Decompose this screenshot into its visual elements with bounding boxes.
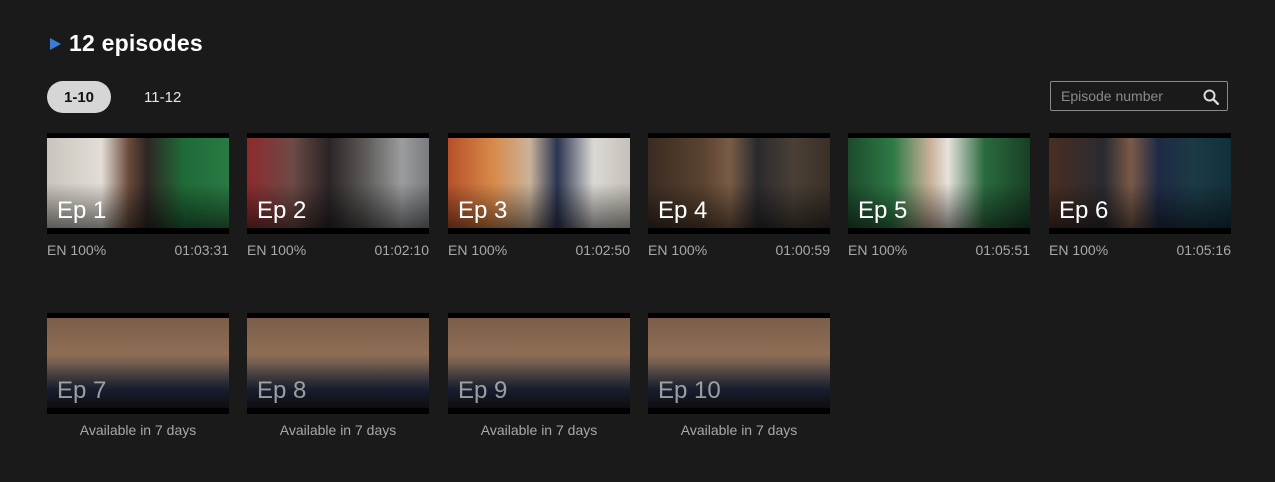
page-title: 12 episodes	[69, 30, 203, 56]
episode-label: Ep 4	[658, 197, 708, 224]
episode-thumbnail[interactable]: Ep 1	[47, 133, 229, 234]
episode-thumbnail[interactable]: Ep 5	[848, 133, 1030, 234]
search-icon[interactable]	[1203, 89, 1219, 105]
episode-duration: 01:05:51	[975, 242, 1031, 258]
episode-duration: 01:05:16	[1176, 242, 1232, 258]
subtitle-status: EN 100%	[247, 242, 307, 258]
episode-duration: 01:02:50	[575, 242, 631, 258]
subtitle-status: EN 100%	[848, 242, 908, 258]
episode-label: Ep 2	[257, 197, 307, 224]
episode-card[interactable]: Ep 4 EN 100% 01:00:59	[648, 133, 830, 258]
episode-thumbnail: Ep 10	[648, 313, 830, 414]
episode-card[interactable]: Ep 5 EN 100% 01:05:51	[848, 133, 1030, 258]
episode-card[interactable]: Ep 1 EN 100% 01:03:31	[47, 133, 229, 258]
upcoming-episode-card[interactable]: Ep 8 Available in 7 days	[247, 313, 429, 438]
episode-label: Ep 1	[57, 197, 107, 224]
episode-thumbnail: Ep 7	[47, 313, 229, 414]
availability-text: Available in 7 days	[79, 422, 197, 438]
episode-thumbnail[interactable]: Ep 2	[247, 133, 429, 234]
tab-11-12[interactable]: 11-12	[127, 81, 198, 113]
subtitle-status: EN 100%	[1049, 242, 1109, 258]
subtitle-status: EN 100%	[448, 242, 508, 258]
upcoming-episode-card[interactable]: Ep 7 Available in 7 days	[47, 313, 229, 438]
episodes-header: 12 episodes	[50, 30, 203, 57]
episode-card[interactable]: Ep 6 EN 100% 01:05:16	[1049, 133, 1231, 258]
episode-thumbnail[interactable]: Ep 4	[648, 133, 830, 234]
episode-label: Ep 7	[57, 377, 107, 404]
subtitle-status: EN 100%	[47, 242, 107, 258]
episode-card[interactable]: Ep 3 EN 100% 01:02:50	[448, 133, 630, 258]
availability-text: Available in 7 days	[680, 422, 798, 438]
subtitle-status: EN 100%	[648, 242, 708, 258]
episode-duration: 01:03:31	[174, 242, 230, 258]
tab-1-10[interactable]: 1-10	[47, 81, 112, 113]
episode-thumbnail: Ep 9	[448, 313, 630, 414]
episode-label: Ep 5	[858, 197, 908, 224]
episode-number-input[interactable]	[1051, 87, 1203, 105]
play-triangle-icon	[50, 37, 61, 50]
episode-search	[1050, 81, 1228, 111]
episode-label: Ep 10	[658, 377, 721, 404]
episode-label: Ep 8	[257, 377, 307, 404]
episode-thumbnail[interactable]: Ep 3	[448, 133, 630, 234]
episode-label: Ep 3	[458, 197, 508, 224]
episode-thumbnail[interactable]: Ep 6	[1049, 133, 1231, 234]
episode-range-tabs: 1-10 11-12	[47, 81, 198, 113]
upcoming-episode-card[interactable]: Ep 10 Available in 7 days	[648, 313, 830, 438]
episode-label: Ep 9	[458, 377, 508, 404]
episode-duration: 01:00:59	[775, 242, 831, 258]
episode-thumbnail: Ep 8	[247, 313, 429, 414]
episode-label: Ep 6	[1059, 197, 1109, 224]
episode-card[interactable]: Ep 2 EN 100% 01:02:10	[247, 133, 429, 258]
upcoming-episode-card[interactable]: Ep 9 Available in 7 days	[448, 313, 630, 438]
availability-text: Available in 7 days	[279, 422, 397, 438]
availability-text: Available in 7 days	[480, 422, 598, 438]
episode-duration: 01:02:10	[374, 242, 430, 258]
